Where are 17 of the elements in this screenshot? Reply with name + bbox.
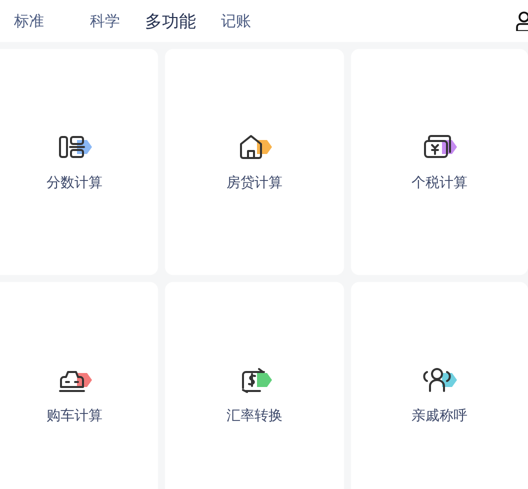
- tool-card[interactable]: 汇率转换: [165, 282, 344, 489]
- tool-label: 房贷计算: [226, 174, 282, 192]
- tool-label: 亲戚称呼: [412, 407, 468, 425]
- tool-card[interactable]: 房贷计算: [165, 49, 344, 275]
- user-icon[interactable]: [516, 11, 528, 31]
- tab[interactable]: 记账: [211, 8, 261, 34]
- tool-label: 个税计算: [412, 174, 468, 192]
- tab[interactable]: 多功能: [135, 6, 206, 36]
- tool-label: 购车计算: [46, 407, 102, 425]
- tool-card[interactable]: 购车计算: [0, 282, 158, 489]
- tool-card[interactable]: 个税计算: [351, 49, 528, 275]
- tool-label: 分数计算: [46, 174, 102, 192]
- tool-card[interactable]: 亲戚称呼: [351, 282, 528, 489]
- tool-card[interactable]: 分数计算: [0, 49, 158, 275]
- tab[interactable]: 科学: [80, 8, 130, 34]
- tab[interactable]: 标准: [4, 8, 54, 34]
- tool-label: 汇率转换: [226, 407, 282, 425]
